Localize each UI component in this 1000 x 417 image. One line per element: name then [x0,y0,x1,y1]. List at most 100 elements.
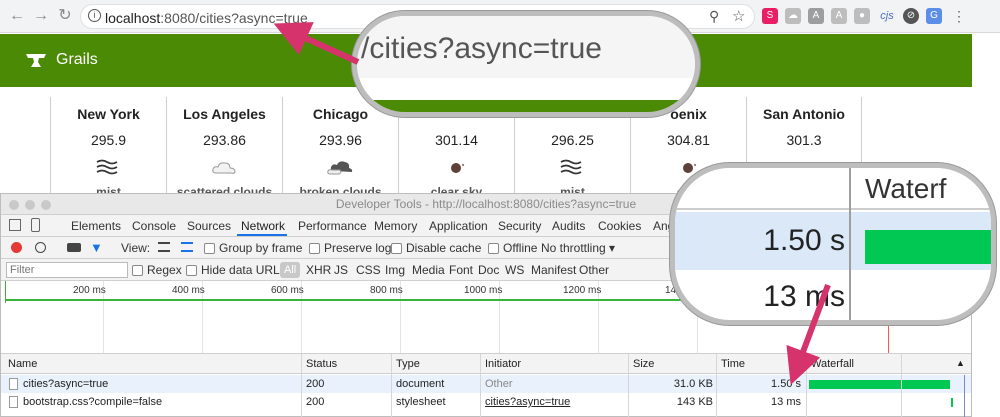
request-status: 200 [306,396,325,408]
filter-xhr[interactable]: XHR [306,263,331,277]
preserve-log-checkbox[interactable]: Preserve log [309,241,391,255]
minimize-window-button[interactable] [25,200,35,210]
extension-cloud-icon[interactable]: ☁ [785,8,801,24]
request-type: stylesheet [396,396,446,408]
magnifier-url: /cities?async=true [352,11,700,117]
column-status[interactable]: Status [306,358,337,370]
tab-security[interactable]: Security [498,219,541,233]
extension-angular-icon[interactable]: A [808,8,824,24]
column-divider[interactable] [391,354,392,417]
extension-angular-2-icon[interactable]: A [831,8,847,24]
inspect-icon[interactable] [9,219,21,231]
column-divider[interactable] [301,354,302,417]
column-name[interactable]: Name [8,358,37,370]
city-temp: 301.14 [435,132,478,148]
filter-manifest[interactable]: Manifest [531,263,576,277]
tab-elements[interactable]: Elements [71,219,121,233]
request-name[interactable]: cities?async=true [23,378,108,390]
tick-label: 600 ms [271,285,304,296]
mist-icon [96,159,118,175]
menu-icon[interactable]: ⋮ [951,8,967,24]
table-row[interactable]: cities?async=true 200 document Other 31.… [1,375,971,393]
url-text: localhost:8080/cities?async=true [105,10,308,26]
info-icon[interactable]: i [88,9,101,22]
broken-cloud-icon [327,161,353,175]
device-toolbar-icon[interactable] [31,218,40,232]
filter-img[interactable]: Img [385,263,405,277]
offline-checkbox[interactable]: Offline [488,241,537,255]
filter-doc[interactable]: Doc [478,263,499,277]
extension-translate-icon[interactable]: G [926,8,942,24]
filter-font[interactable]: Font [449,263,473,277]
column-time[interactable]: Time [721,358,745,370]
large-rows-icon[interactable] [158,242,170,252]
table-row[interactable]: bootstrap.css?compile=false 200 styleshe… [1,393,971,411]
clear-icon[interactable] [35,242,46,253]
file-icon [9,396,18,408]
throttling-select[interactable]: No throttling ▾ [541,241,615,255]
tab-performance[interactable]: Performance [298,219,367,233]
forward-button[interactable]: → [32,7,50,25]
request-name[interactable]: bootstrap.css?compile=false [23,396,162,408]
city-card: Chicago 293.96 broken clouds [282,97,398,199]
city-card: New York 295.9 mist [50,97,166,199]
devtools-title: Developer Tools - http://localhost:8080/… [335,197,637,211]
city-card: Los Angeles 293.86 scattered clouds [166,97,282,199]
tick-label: 200 ms [73,285,106,296]
filter-ws[interactable]: WS [505,263,524,277]
column-initiator[interactable]: Initiator [485,358,521,370]
request-time: 1.50 s [771,378,801,390]
filter-icon[interactable]: ▼ [90,240,103,255]
maximize-window-button[interactable] [41,200,51,210]
extension-lock-icon[interactable]: ● [854,8,870,24]
request-size: 31.0 KB [673,378,713,390]
filter-all[interactable]: All [280,262,301,278]
city-temp: 301.3 [786,132,822,148]
extension-circle-icon[interactable]: ⊘ [903,8,919,24]
tab-console[interactable]: Console [132,219,176,233]
regex-checkbox[interactable]: Regex [132,263,182,277]
column-waterfall[interactable]: Waterfall [811,358,854,370]
disable-cache-checkbox[interactable]: Disable cache [391,241,481,255]
close-window-button[interactable] [9,200,19,210]
column-size[interactable]: Size [633,358,654,370]
column-divider[interactable] [716,354,717,417]
tab-memory[interactable]: Memory [374,219,417,233]
waterfall-view-icon[interactable] [181,242,193,252]
request-type: document [396,378,445,390]
column-divider[interactable] [806,354,807,417]
zoom-icon[interactable]: ⚲ [709,8,719,25]
grails-brand-name[interactable]: Grails [56,51,98,69]
column-type[interactable]: Type [396,358,420,370]
mist-icon [560,159,582,175]
filter-js[interactable]: JS [334,263,348,277]
tab-cookies[interactable]: Cookies [598,219,641,233]
star-icon[interactable]: ☆ [732,7,745,25]
tab-application[interactable]: Application [429,219,488,233]
back-button[interactable]: ← [8,7,26,25]
city-temp: 296.25 [551,132,594,148]
filter-other[interactable]: Other [579,263,609,277]
hide-data-urls-checkbox[interactable]: Hide data URLs [186,263,286,277]
overview-start-marker [5,281,6,303]
filter-css[interactable]: CSS [356,263,381,277]
extension-cjs-icon[interactable]: cjs [877,8,897,24]
record-icon[interactable] [11,242,22,253]
request-initiator-link[interactable]: cities?async=true [485,396,570,408]
tab-sources[interactable]: Sources [187,219,231,233]
column-divider[interactable] [480,354,481,417]
column-divider[interactable] [628,354,629,417]
screenshot-icon[interactable] [67,243,81,252]
sort-icon[interactable]: ▲ [956,358,965,368]
request-size: 143 KB [676,396,713,408]
tick-label: 1000 ms [464,285,503,296]
tab-network[interactable]: Network [241,219,285,233]
column-divider[interactable] [901,354,902,417]
tick-label: 400 ms [172,285,205,296]
filter-media[interactable]: Media [412,263,445,277]
group-by-frame-checkbox[interactable]: Group by frame [204,241,302,255]
extension-spinner-icon[interactable]: S [762,8,778,24]
tab-audits[interactable]: Audits [552,219,585,233]
reload-button[interactable]: ↻ [56,7,74,25]
filter-input[interactable] [6,262,128,278]
